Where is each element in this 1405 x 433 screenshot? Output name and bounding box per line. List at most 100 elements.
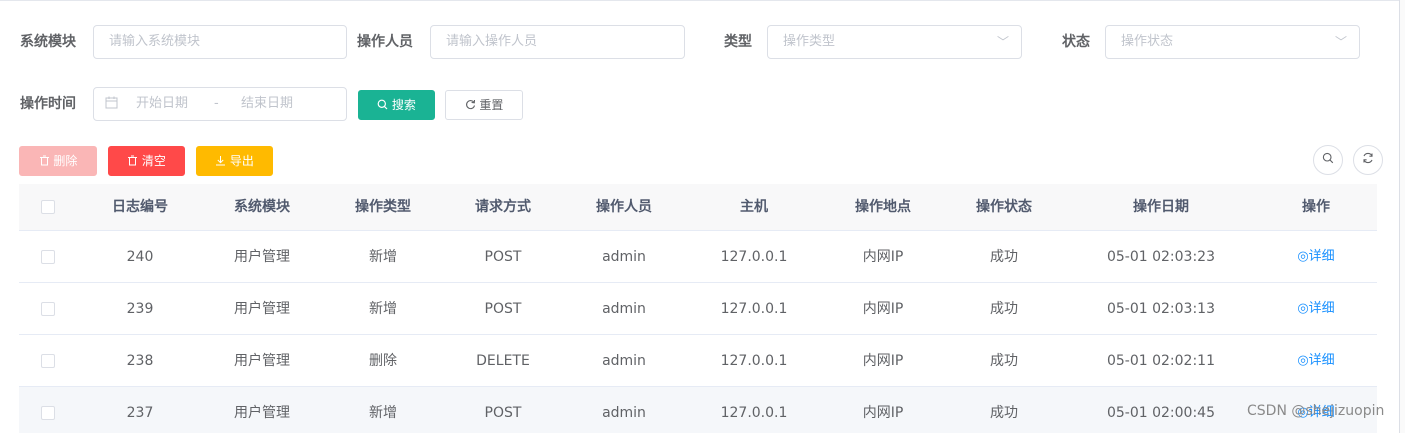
end-date-input[interactable]: 结束日期: [241, 88, 293, 120]
cell-date: 05-01 02:00:45: [1106, 405, 1215, 421]
cell-host: 127.0.0.1: [720, 353, 788, 369]
type-select[interactable]: 操作类型 ﹀: [767, 25, 1022, 59]
cell-type: 删除: [369, 353, 397, 369]
cell-date: 05-01 02:02:11: [1106, 353, 1215, 369]
cell-method: POST: [484, 249, 522, 265]
detail-link-label: 详细: [1308, 301, 1335, 316]
column-header-host[interactable]: 主机: [699, 184, 809, 231]
trash-icon: [127, 154, 142, 168]
eye-icon: ◎: [1297, 249, 1309, 264]
clear-button-label: 清空: [141, 154, 166, 168]
export-button[interactable]: 导出: [196, 146, 273, 176]
module-input[interactable]: 请输入系统模块: [93, 25, 347, 59]
type-placeholder: 操作类型: [783, 34, 836, 49]
column-header-type[interactable]: 操作类型: [328, 184, 438, 231]
table-row[interactable]: 238 用户管理 删除 DELETE admin 127.0.0.1 内网IP …: [19, 335, 1377, 387]
date-range-picker[interactable]: 开始日期 - 结束日期: [93, 87, 347, 121]
detail-link[interactable]: ◎详细: [1261, 335, 1371, 387]
watermark: CSDN @shejizuopin: [1247, 403, 1385, 419]
delete-button[interactable]: 删除: [19, 146, 97, 176]
row-checkbox[interactable]: [41, 250, 55, 264]
cell-location: 内网IP: [862, 249, 904, 265]
table-row[interactable]: 240 用户管理 新增 POST admin 127.0.0.1 内网IP 成功…: [19, 231, 1377, 283]
cell-module: 用户管理: [234, 353, 290, 369]
cell-log-id: 237: [126, 405, 154, 421]
status-label: 状态: [1062, 34, 1090, 50]
cell-location: 内网IP: [862, 353, 904, 369]
eye-icon: ◎: [1297, 353, 1309, 368]
cell-operator: admin: [602, 301, 646, 317]
eye-icon: ◎: [1297, 301, 1309, 316]
table-row[interactable]: 239 用户管理 新增 POST admin 127.0.0.1 内网IP 成功…: [19, 283, 1377, 335]
cell-status: 成功: [990, 405, 1018, 421]
cell-location: 内网IP: [862, 301, 904, 317]
detail-link-label: 详细: [1308, 249, 1335, 264]
detail-link[interactable]: ◎详细: [1261, 283, 1371, 335]
chevron-down-icon: ﹀: [1334, 35, 1347, 49]
refresh-icon: [465, 98, 480, 112]
module-label: 系统模块: [20, 34, 76, 50]
page-scrollbar[interactable]: [1399, 0, 1405, 433]
delete-button-label: 删除: [53, 154, 78, 168]
column-header-actions: 操作: [1302, 199, 1330, 215]
refresh-table-button[interactable]: [1353, 145, 1383, 175]
search-icon: [377, 98, 392, 112]
operator-input[interactable]: 请输入操作人员: [430, 25, 685, 59]
cell-type: 新增: [369, 301, 397, 317]
cell-log-id: 240: [126, 249, 154, 265]
top-border: [0, 0, 1405, 3]
cell-module: 用户管理: [234, 405, 290, 421]
table-header: 日志编号 系统模块 操作类型 请求方式 操作人员 主机 操作地点 操作状态 操作…: [19, 184, 1377, 231]
cell-module: 用户管理: [234, 301, 290, 317]
refresh-icon: [1362, 152, 1374, 167]
row-checkbox[interactable]: [41, 354, 55, 368]
cell-type: 新增: [369, 249, 397, 265]
cell-operator: admin: [602, 405, 646, 421]
cell-date: 05-01 02:03:13: [1106, 301, 1215, 317]
export-button-label: 导出: [229, 154, 254, 168]
row-checkbox[interactable]: [41, 406, 55, 420]
cell-host: 127.0.0.1: [720, 249, 788, 265]
row-checkbox[interactable]: [41, 302, 55, 316]
cell-operator: admin: [602, 353, 646, 369]
cell-status: 成功: [990, 249, 1018, 265]
cell-status: 成功: [990, 353, 1018, 369]
status-select[interactable]: 操作状态 ﹀: [1105, 25, 1360, 59]
table-row[interactable]: 237 用户管理 新增 POST admin 127.0.0.1 内网IP 成功…: [19, 387, 1377, 433]
clear-button[interactable]: 清空: [108, 146, 185, 176]
cell-operator: admin: [602, 249, 646, 265]
column-header-operator[interactable]: 操作人员: [569, 184, 679, 231]
cell-host: 127.0.0.1: [720, 405, 788, 421]
search-icon: [1322, 152, 1334, 167]
cell-module: 用户管理: [234, 249, 290, 265]
reset-button[interactable]: 重置: [445, 90, 523, 120]
type-label: 类型: [724, 34, 752, 50]
select-all-checkbox[interactable]: [41, 200, 55, 214]
cell-log-id: 238: [126, 353, 154, 369]
search-button[interactable]: 搜索: [358, 90, 435, 120]
date-separator: -: [214, 96, 219, 111]
detail-link[interactable]: ◎详细: [1261, 231, 1371, 283]
status-placeholder: 操作状态: [1121, 34, 1174, 49]
cell-type: 新增: [369, 405, 397, 421]
operator-label: 操作人员: [357, 34, 413, 50]
cell-method: POST: [484, 405, 522, 421]
operator-placeholder: 请输入操作人员: [446, 34, 538, 49]
cell-location: 内网IP: [862, 405, 904, 421]
column-header-log-id[interactable]: 日志编号: [85, 184, 195, 231]
cell-date: 05-01 02:03:23: [1106, 249, 1215, 265]
time-label: 操作时间: [20, 96, 76, 112]
detail-link-label: 详细: [1308, 353, 1335, 368]
cell-host: 127.0.0.1: [720, 301, 788, 317]
column-header-module[interactable]: 系统模块: [207, 184, 317, 231]
column-header-location[interactable]: 操作地点: [828, 184, 938, 231]
toggle-search-button[interactable]: [1313, 145, 1343, 175]
start-date-input[interactable]: 开始日期: [136, 88, 188, 120]
cell-method: DELETE: [476, 353, 530, 369]
column-header-status[interactable]: 操作状态: [949, 184, 1059, 231]
module-placeholder: 请输入系统模块: [109, 34, 201, 49]
column-header-method[interactable]: 请求方式: [448, 184, 558, 231]
reset-button-label: 重置: [479, 98, 504, 112]
cell-log-id: 239: [126, 301, 154, 317]
column-header-date[interactable]: 操作日期: [1081, 184, 1241, 231]
